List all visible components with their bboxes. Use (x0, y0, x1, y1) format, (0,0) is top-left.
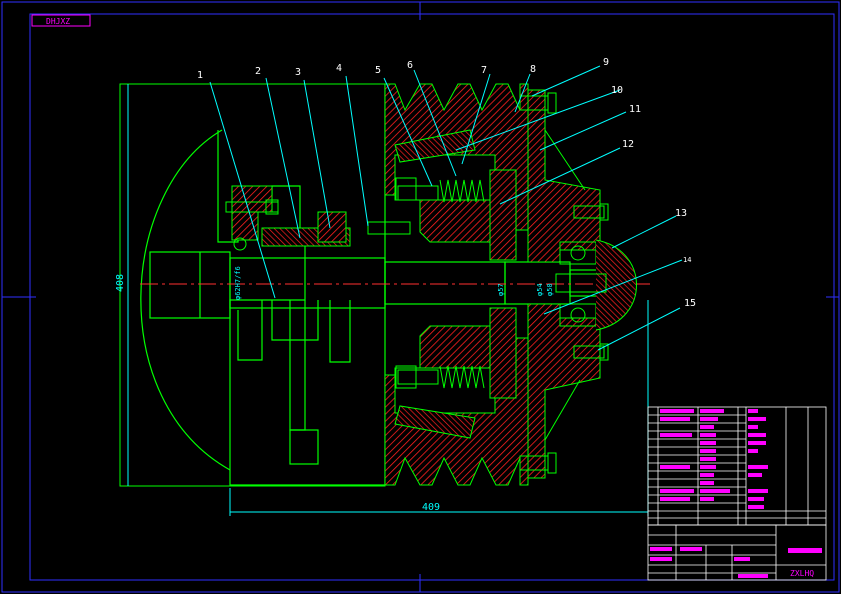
dimension-shaft-right-a: φ54 (536, 283, 544, 296)
dimension-height: 408 (115, 274, 126, 292)
part-label-7: 7 (481, 65, 487, 76)
gear-hatch (317, 211, 347, 243)
end-cap-dome (595, 239, 637, 331)
pulley-bottom-cavity (394, 367, 496, 414)
cad-drawing-canvas: DHJXZ 409 408 φ62H7/f6 φ57 φ54 φ50 1 2 3… (1, 1, 840, 593)
part-label-9: 9 (603, 57, 609, 68)
part-label-2: 2 (255, 66, 261, 77)
dimension-width: 409 (422, 502, 440, 513)
part-label-14: 14 (683, 256, 691, 264)
bom-table (647, 406, 827, 581)
part-label-6: 6 (407, 60, 413, 71)
drawing-code: DHJXZ (46, 17, 70, 26)
part-label-3: 3 (295, 67, 301, 78)
part-label-15: 15 (684, 298, 696, 309)
part-label-5: 5 (375, 65, 381, 76)
part-label-11: 11 (629, 104, 641, 115)
right-cover-hatch (527, 89, 601, 263)
part-label-4: 4 (336, 63, 342, 74)
title-block-code: ZXLHQ (790, 569, 814, 578)
dimension-shaft-left: φ62H7/f6 (234, 266, 242, 300)
dimension-shaft-mid: φ57 (497, 283, 505, 296)
part-label-12: 12 (622, 139, 634, 150)
part-label-10: 10 (611, 85, 623, 96)
part-label-8: 8 (530, 64, 536, 75)
dome-housing-outline (140, 129, 231, 471)
dimension-shaft-right-b: φ50 (546, 283, 554, 296)
right-cover-hatch-bottom (527, 303, 601, 479)
pressure-plate-bottom (489, 307, 517, 399)
part-label-13: 13 (675, 208, 687, 219)
dimension-extent-box (119, 83, 386, 487)
pressure-plate-top (489, 169, 517, 261)
part-label-1: 1 (197, 70, 203, 81)
